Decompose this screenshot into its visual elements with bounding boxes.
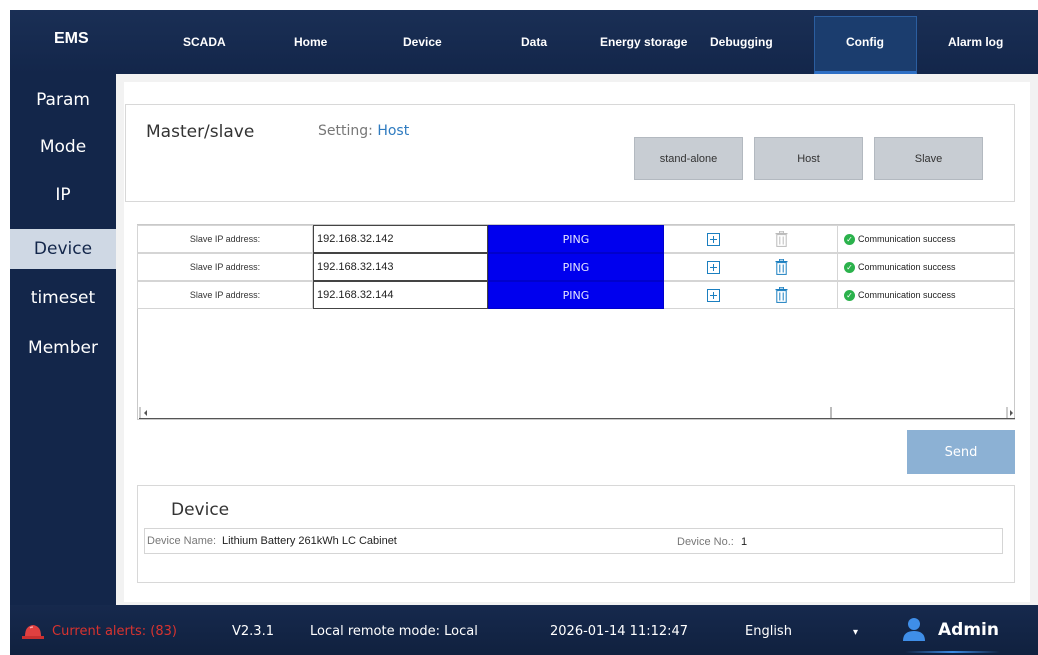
status-bar: Current alerts: (83) V2.3.1 Local remote…	[10, 605, 1038, 655]
ping-button[interactable]: PING	[488, 225, 664, 253]
sidebar-item-member[interactable]: Member	[10, 328, 116, 368]
row-actions	[664, 253, 837, 281]
slave-ip-label: Slave IP address:	[137, 281, 313, 309]
status-cell: ✓ Communication success	[837, 281, 1015, 309]
status-cell: ✓ Communication success	[837, 253, 1015, 281]
nav-item-config[interactable]: Config	[846, 35, 884, 49]
trash-icon[interactable]	[775, 231, 788, 247]
add-icon[interactable]	[707, 233, 720, 246]
ping-button[interactable]: PING	[488, 281, 664, 309]
sidebar-item-timeset[interactable]: timeset	[10, 278, 116, 318]
device-no-value: 1	[741, 536, 748, 548]
user-icon	[903, 618, 925, 641]
row-actions	[664, 225, 837, 253]
nav-item-alarm-log[interactable]: Alarm log	[948, 35, 1003, 49]
table-row: Slave IP address: 192.168.32.144 PING ✓ …	[137, 281, 1015, 309]
table-row: Slave IP address: 192.168.32.142 PING ✓ …	[137, 225, 1015, 253]
nav-item-home[interactable]: Home	[294, 35, 327, 49]
device-name-value: Lithium Battery 261kWh LC Cabinet	[222, 535, 397, 547]
add-icon[interactable]	[707, 289, 720, 302]
app-name: EMS	[54, 30, 89, 47]
slave-ip-label: Slave IP address:	[137, 253, 313, 281]
slave-button[interactable]: Slave	[874, 137, 983, 180]
slave-ip-input[interactable]: 192.168.32.143	[313, 253, 488, 281]
sidebar-item-ip[interactable]: IP	[10, 175, 116, 215]
datetime-label: 2026-01-14 11:12:47	[550, 624, 689, 639]
user-name[interactable]: Admin	[938, 620, 999, 640]
trash-icon[interactable]	[775, 259, 788, 275]
device-name-label: Device Name:	[147, 535, 217, 547]
horizontal-scrollbar[interactable]	[139, 405, 1015, 419]
check-circle-icon: ✓	[844, 289, 855, 301]
trash-icon[interactable]	[775, 287, 788, 303]
master-slave-setting: Setting: Host	[318, 123, 409, 139]
version-label: V2.3.1	[232, 624, 274, 639]
check-circle-icon: ✓	[844, 233, 855, 245]
master-slave-title: Master/slave	[146, 122, 255, 142]
setting-value: Host	[377, 123, 410, 139]
slave-ip-input[interactable]: 192.168.32.144	[313, 281, 488, 309]
host-button[interactable]: Host	[754, 137, 863, 180]
remote-mode-label: Local remote mode: Local	[310, 624, 478, 639]
setting-label: Setting:	[318, 123, 373, 139]
ping-button[interactable]: PING	[488, 253, 664, 281]
stand-alone-button[interactable]: stand-alone	[634, 137, 743, 180]
check-circle-icon: ✓	[844, 261, 855, 273]
table-row: Slave IP address: 192.168.32.143 PING ✓ …	[137, 253, 1015, 281]
status-cell: ✓ Communication success	[837, 225, 1015, 253]
nav-item-energy-storage[interactable]: Energy storage	[600, 35, 687, 49]
user-underline	[905, 651, 1000, 653]
row-actions	[664, 281, 837, 309]
sidebar: Param Mode IP Device timeset Member	[10, 74, 116, 605]
sidebar-item-mode[interactable]: Mode	[10, 127, 116, 167]
nav-item-debugging[interactable]: Debugging	[710, 35, 773, 49]
status-text: Communication success	[858, 290, 956, 300]
status-text: Communication success	[858, 262, 956, 272]
device-no-label: Device No.:	[677, 536, 734, 548]
sidebar-item-device[interactable]: Device	[10, 229, 116, 269]
top-nav-bar: EMS SCADA Home Device Data Energy storag…	[10, 10, 1038, 74]
slave-ip-label: Slave IP address:	[137, 225, 313, 253]
nav-item-data[interactable]: Data	[521, 35, 547, 49]
send-button[interactable]: Send	[907, 430, 1015, 474]
alarm-light-icon[interactable]	[22, 623, 44, 639]
nav-item-device[interactable]: Device	[403, 35, 442, 49]
chevron-down-icon[interactable]: ▾	[853, 627, 858, 638]
status-text: Communication success	[858, 234, 956, 244]
device-title: Device	[171, 500, 230, 520]
current-alerts[interactable]: Current alerts: (83)	[52, 624, 177, 639]
slave-ip-input[interactable]: 192.168.32.142	[313, 225, 488, 253]
sidebar-item-param[interactable]: Param	[10, 80, 116, 120]
add-icon[interactable]	[707, 261, 720, 274]
language-select[interactable]: English	[745, 624, 792, 639]
nav-item-scada[interactable]: SCADA	[183, 35, 226, 49]
